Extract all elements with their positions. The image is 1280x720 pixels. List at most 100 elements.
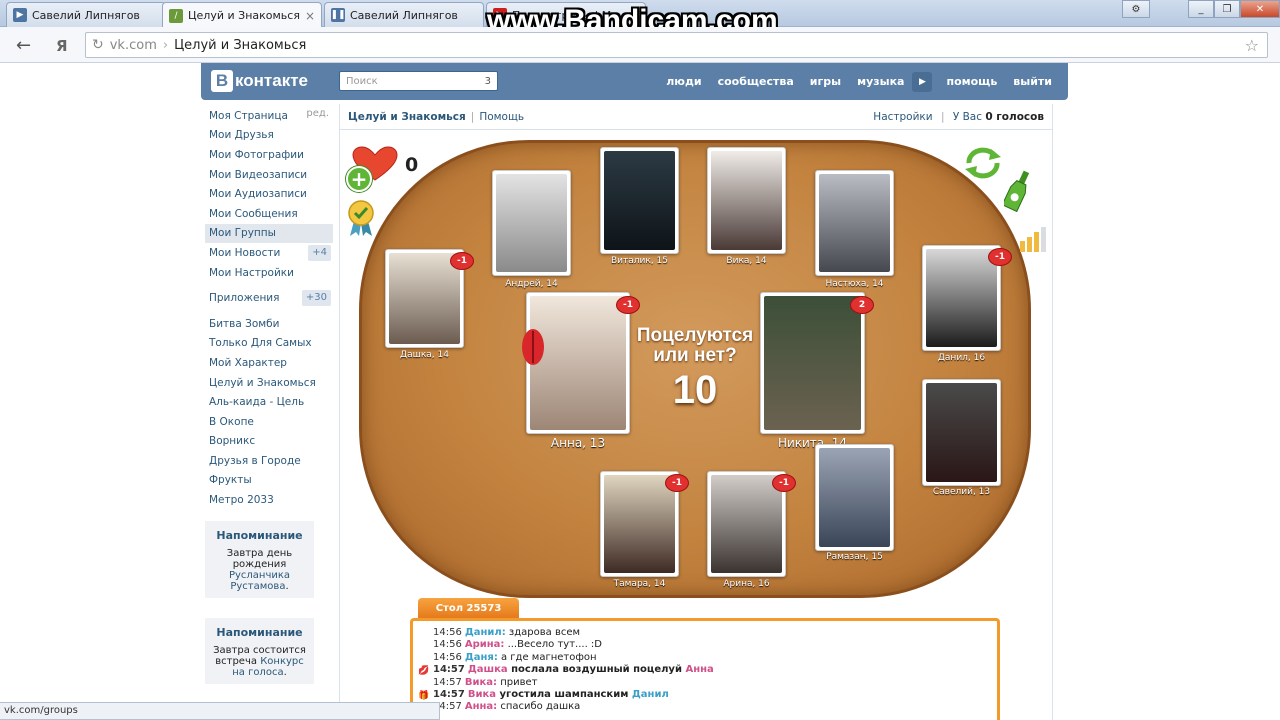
- close-tab-icon[interactable]: ×: [305, 9, 315, 23]
- player-card[interactable]: [922, 379, 1001, 486]
- reload-icon[interactable]: ↻: [92, 37, 104, 53]
- menu-label: Приложения: [209, 292, 280, 305]
- chat-author[interactable]: Данил:: [465, 627, 506, 638]
- settings-icon[interactable]: ⚙: [1122, 0, 1150, 18]
- app-item[interactable]: Только Для Самых: [205, 334, 333, 354]
- chat-author[interactable]: Вика: [468, 689, 496, 700]
- app-item[interactable]: Мой Характер: [205, 353, 333, 373]
- browser-toolbar: ← Я ↻ vk.com › Целуй и Знакомься ☆: [0, 27, 1280, 63]
- add-hearts-button[interactable]: +: [346, 166, 372, 192]
- menu-label: Целуй и Знакомься: [209, 376, 316, 389]
- vk-logo[interactable]: В контакте: [211, 70, 308, 92]
- refresh-icon[interactable]: [961, 146, 1005, 180]
- medal-icon[interactable]: [346, 199, 376, 237]
- player-card[interactable]: [600, 147, 679, 254]
- menu-my-settings[interactable]: Мои Настройки: [205, 263, 333, 283]
- nav-help[interactable]: помощь: [938, 75, 1005, 88]
- menu-my-audio[interactable]: Мои Аудиозаписи: [205, 184, 333, 204]
- chat-target[interactable]: Данил: [632, 689, 669, 700]
- url-separator: ›: [162, 37, 169, 53]
- menu-label: Друзья в Городе: [209, 454, 301, 467]
- app-header: Целуй и Знакомься | Помощь Настройки | У…: [340, 104, 1052, 130]
- app-item[interactable]: Друзья в Городе: [205, 451, 333, 471]
- browser-tab-1[interactable]: ▶ Савелий Липнягов: [6, 2, 166, 27]
- player-name: Настюха, 14: [825, 279, 884, 289]
- minimize-button[interactable]: _: [1188, 0, 1214, 18]
- vk-search-input[interactable]: Поиск 3: [339, 71, 498, 91]
- player-name: Савелий, 13: [932, 487, 991, 497]
- bookmark-star-icon[interactable]: ☆: [1245, 36, 1259, 55]
- menu-my-friends[interactable]: Мои Друзья: [205, 126, 333, 146]
- yandex-icon[interactable]: Я: [56, 37, 68, 55]
- app-item[interactable]: Ворникс: [205, 432, 333, 452]
- reminder-box-birthday: Напоминание Завтра день рождения Русланч…: [205, 521, 314, 598]
- lips-icon: 💋: [418, 666, 430, 677]
- app-item[interactable]: Фрукты: [205, 471, 333, 491]
- nav-games[interactable]: игры: [802, 75, 849, 88]
- menu-my-messages[interactable]: Мои Сообщения: [205, 204, 333, 224]
- player-card-selected[interactable]: [760, 292, 865, 434]
- nav-logout[interactable]: выйти: [1005, 75, 1068, 88]
- kiss-count-badge: 2: [851, 297, 873, 313]
- chat-message: 14:56 Данил: здарова всем: [433, 627, 581, 638]
- nav-people[interactable]: люди: [658, 75, 709, 88]
- chat-author[interactable]: Арина:: [465, 639, 505, 650]
- menu-my-photos[interactable]: Мои Фотографии: [205, 145, 333, 165]
- chat-author[interactable]: Даня:: [465, 652, 498, 663]
- app-item[interactable]: Аль-каида - Цель: [205, 392, 333, 412]
- menu-my-page[interactable]: Моя Страница ред.: [205, 106, 333, 126]
- app-item[interactable]: В Окопе: [205, 412, 333, 432]
- app-item[interactable]: Битва Зомби: [205, 314, 333, 334]
- menu-label: Ворникс: [209, 435, 256, 448]
- votes-prefix: У Вас: [952, 110, 982, 123]
- menu-my-news[interactable]: Мои Новости +4: [205, 243, 333, 263]
- player-card[interactable]: [922, 245, 1001, 351]
- browser-tab-3[interactable]: ❚❚ Савелий Липнягов: [324, 2, 484, 27]
- player-card[interactable]: [707, 147, 786, 254]
- app-title[interactable]: Целуй и Знакомься: [348, 111, 466, 123]
- browser-tab-2[interactable]: / Целуй и Знакомься ×: [162, 2, 322, 28]
- votes-count: 0 голосов: [985, 110, 1044, 123]
- vk-play-icon: ▶: [13, 8, 27, 22]
- chat-message: 14:57 Анна: спасибо дашка: [433, 701, 581, 713]
- edit-link[interactable]: ред.: [306, 108, 329, 119]
- player-card[interactable]: [815, 170, 894, 276]
- chat-author[interactable]: Анна:: [465, 701, 497, 712]
- menu-my-groups[interactable]: Мои Группы: [205, 223, 333, 244]
- music-play-icon[interactable]: ▶: [912, 71, 933, 92]
- menu-my-videos[interactable]: Мои Видеозаписи: [205, 165, 333, 185]
- chat-author[interactable]: Дашка: [468, 664, 508, 675]
- nav-music[interactable]: музыка: [849, 75, 912, 88]
- app-settings-link[interactable]: Настройки: [873, 111, 932, 123]
- reminder-link[interactable]: Русланчика Рустамова: [229, 570, 290, 592]
- app-help-link[interactable]: Помощь: [479, 111, 524, 123]
- vk-top-nav: люди сообщества игры музыка ▶ помощь вый…: [658, 63, 1068, 100]
- address-bar[interactable]: ↻ vk.com › Целуй и Знакомься ☆: [85, 32, 1268, 58]
- player-name: Арина, 16: [723, 579, 770, 589]
- menu-label: Мои Аудиозаписи: [209, 188, 307, 201]
- url-host: vk.com: [109, 37, 157, 53]
- app-item[interactable]: Метро 2033: [205, 490, 333, 510]
- app-item[interactable]: Целуй и Знакомься: [205, 373, 333, 393]
- chat-table-tab[interactable]: Стол 25573: [418, 598, 519, 619]
- url-path: Целуй и Знакомься: [174, 37, 307, 53]
- back-arrow-icon[interactable]: ←: [16, 35, 31, 56]
- bottle-icon[interactable]: [1004, 168, 1032, 212]
- rating-bars-icon[interactable]: [1019, 225, 1047, 253]
- menu-label: Только Для Самых: [209, 337, 312, 350]
- player-card[interactable]: [815, 444, 894, 551]
- close-window-button[interactable]: ✕: [1240, 0, 1280, 18]
- maximize-button[interactable]: ❐: [1214, 0, 1240, 18]
- player-name: Тамара, 14: [613, 579, 666, 589]
- menu-label: В Окопе: [209, 415, 254, 428]
- news-count-badge: +4: [308, 245, 331, 262]
- chat-target[interactable]: Анна: [685, 664, 713, 675]
- player-name: Андрей, 14: [505, 279, 558, 289]
- chat-author[interactable]: Вика:: [465, 677, 497, 688]
- player-card[interactable]: [492, 170, 571, 276]
- menu-apps[interactable]: Приложения +30: [205, 288, 333, 308]
- kiss-count-badge: -1: [617, 297, 639, 313]
- chat-message: 14:56 Даня: а где магнетофон: [433, 651, 597, 663]
- nav-communities[interactable]: сообщества: [710, 75, 802, 88]
- chat-message: 14:57 Вика: привет: [433, 676, 538, 688]
